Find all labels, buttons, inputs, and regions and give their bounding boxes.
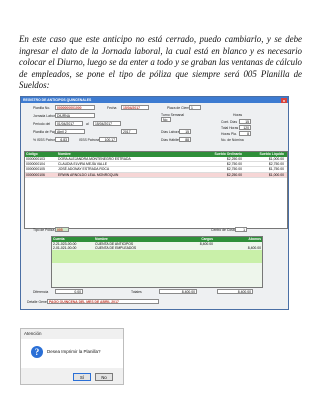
pago-label: Planilla de Pago: [33, 130, 58, 134]
dialog-body: ? Desea Imprimir la Planilla?: [21, 339, 123, 368]
jornada-field[interactable]: DIURNA: [55, 113, 95, 118]
total-cargos-field[interactable]: 8,400.00: [159, 289, 197, 294]
horas-pla-label: Horas Pla.: [221, 132, 237, 136]
cell-codigo: 0000000105: [26, 167, 45, 172]
cell-codigo: 0000000103: [26, 157, 45, 161]
turno-field[interactable]: No: [161, 117, 171, 122]
cell-abonos: 8,400.00: [247, 246, 261, 251]
total-horas-label: Total Horas: [221, 126, 239, 130]
employees-table: Código Nombre Sueldo Ordinario Sueldo Lí…: [24, 151, 288, 229]
cell-blank: [150, 162, 200, 166]
diferencia-field[interactable]: 0.00: [55, 289, 83, 294]
cell-cargos: [161, 246, 213, 250]
monto-label: ISSS Patronal: [79, 138, 101, 142]
close-icon[interactable]: x: [281, 97, 287, 103]
periodo-to-field[interactable]: 15/04/2017: [93, 121, 121, 126]
horas-pla-field[interactable]: 8: [239, 131, 251, 136]
total-abonos-field[interactable]: 8,400.00: [217, 289, 253, 294]
year-field[interactable]: 2017: [121, 129, 137, 134]
employees-table-empty-area: [25, 178, 287, 228]
diferencia-label: Diferencia: [33, 290, 49, 294]
centro-field[interactable]: 1: [235, 227, 247, 232]
tasa-field[interactable]: 6.83: [55, 137, 69, 142]
monto-field[interactable]: 100.17: [99, 137, 117, 142]
yes-button[interactable]: Sí: [73, 373, 91, 381]
cell-nombre: CLAUDIA ELVIRA MEJÍA VALLE: [58, 162, 108, 167]
cell-codigo: 0000000106: [26, 172, 45, 177]
desc-field[interactable]: PAGO QUINCENA DEL MES DE ABRIL 2017: [47, 299, 159, 304]
cell-sueldo-liquido: $1,000.00: [268, 172, 284, 177]
dias-hab-label: Días Hábiles: [161, 138, 181, 142]
cell-sueldo-ordinario: $2,250.00: [226, 172, 242, 177]
total-horas-field[interactable]: 120: [239, 125, 251, 130]
periodo-from-field[interactable]: 01/04/2017: [55, 121, 83, 126]
print-dialog: Atención ? Desea Imprimir la Planilla? S…: [20, 328, 124, 385]
accounts-table: Cuenta Nombre Cargos Abonos 2-21-023-00-…: [51, 236, 263, 288]
no-button[interactable]: No: [95, 373, 113, 381]
cell-nombre: DORA ALEJANDRA MONTENEGRO ESTRADA: [58, 157, 131, 161]
cell-sueldo-liquido: $2,750.00: [268, 162, 284, 167]
periodo-al-label: al: [86, 122, 89, 126]
cell-sueldo-ordinario: $2,750.00: [226, 162, 242, 167]
plaza-label: Plaza de Cierre: [167, 106, 191, 110]
cont-dias-label: Cont. Días: [221, 120, 238, 124]
cell-sueldo-ordinario: $2,750.00: [226, 167, 242, 172]
cell-blank: [150, 157, 200, 161]
fecha-label: Fecha: [107, 106, 117, 110]
table-row-empty[interactable]: [52, 258, 262, 263]
planilla-field[interactable]: 0000000001000: [55, 105, 95, 110]
cell-nombre: JOSÉ ADONAY ESTRADA ROCA: [58, 167, 110, 172]
question-icon: ?: [31, 346, 43, 358]
dias-field[interactable]: 15: [179, 129, 191, 134]
instruction-paragraph: En este caso que este anticipo no está c…: [19, 34, 302, 91]
nomina-label: No. de Nómina: [221, 138, 244, 142]
window-title: REGISTRO DE ANTICIPOS QUINCENALES x: [21, 97, 288, 103]
tipo-poliza-label: Tipo de Póliza: [33, 228, 55, 232]
cell-codigo: 0000000104: [26, 162, 45, 167]
table-row[interactable]: 2-01-021-00-00 CUENTA DE EMPLEADOS 8,400…: [52, 246, 262, 250]
horas-label: Horas: [233, 113, 243, 117]
cell-sueldo-liquido: $1,000.00: [268, 157, 284, 161]
planilla-label: Planilla No.: [33, 106, 51, 110]
tipo-poliza-field[interactable]: 005: [55, 227, 69, 232]
cell-nombre: ERWIN ARNOLDO LEAL MONROQUIN: [58, 172, 119, 177]
centro-label: Centro de Costo: [211, 228, 236, 232]
fecha-field[interactable]: 15/04/2017: [121, 105, 149, 110]
window-title-text: REGISTRO DE ANTICIPOS QUINCENALES: [23, 98, 92, 102]
cell-blank: [150, 173, 200, 177]
jornada-label: Jornada Laboral: [33, 114, 58, 118]
dias-label: Días Laboral: [161, 130, 181, 134]
payroll-window: REGISTRO DE ANTICIPOS QUINCENALES x Plan…: [20, 96, 289, 310]
cell-cuenta: 2-01-021-00-00: [53, 246, 77, 251]
totales-label: Totales: [131, 290, 142, 294]
periodo-label: Periodo del: [33, 122, 51, 126]
dialog-title: Atención: [24, 331, 42, 336]
cell-blank: [150, 167, 200, 171]
cont-dias-field[interactable]: 15: [239, 119, 251, 124]
cell-sueldo-liquido: $1,750.00: [268, 167, 284, 172]
dias-hab-field[interactable]: 88: [179, 137, 191, 142]
plaza-field[interactable]: 1: [189, 105, 201, 110]
pago-field[interactable]: Abril 2: [55, 129, 85, 134]
cell-sueldo-ordinario: $2,250.00: [226, 157, 242, 161]
cell-nombre: CUENTA DE EMPLEADOS: [95, 246, 137, 251]
dialog-message: Desea Imprimir la Planilla?: [47, 349, 101, 354]
